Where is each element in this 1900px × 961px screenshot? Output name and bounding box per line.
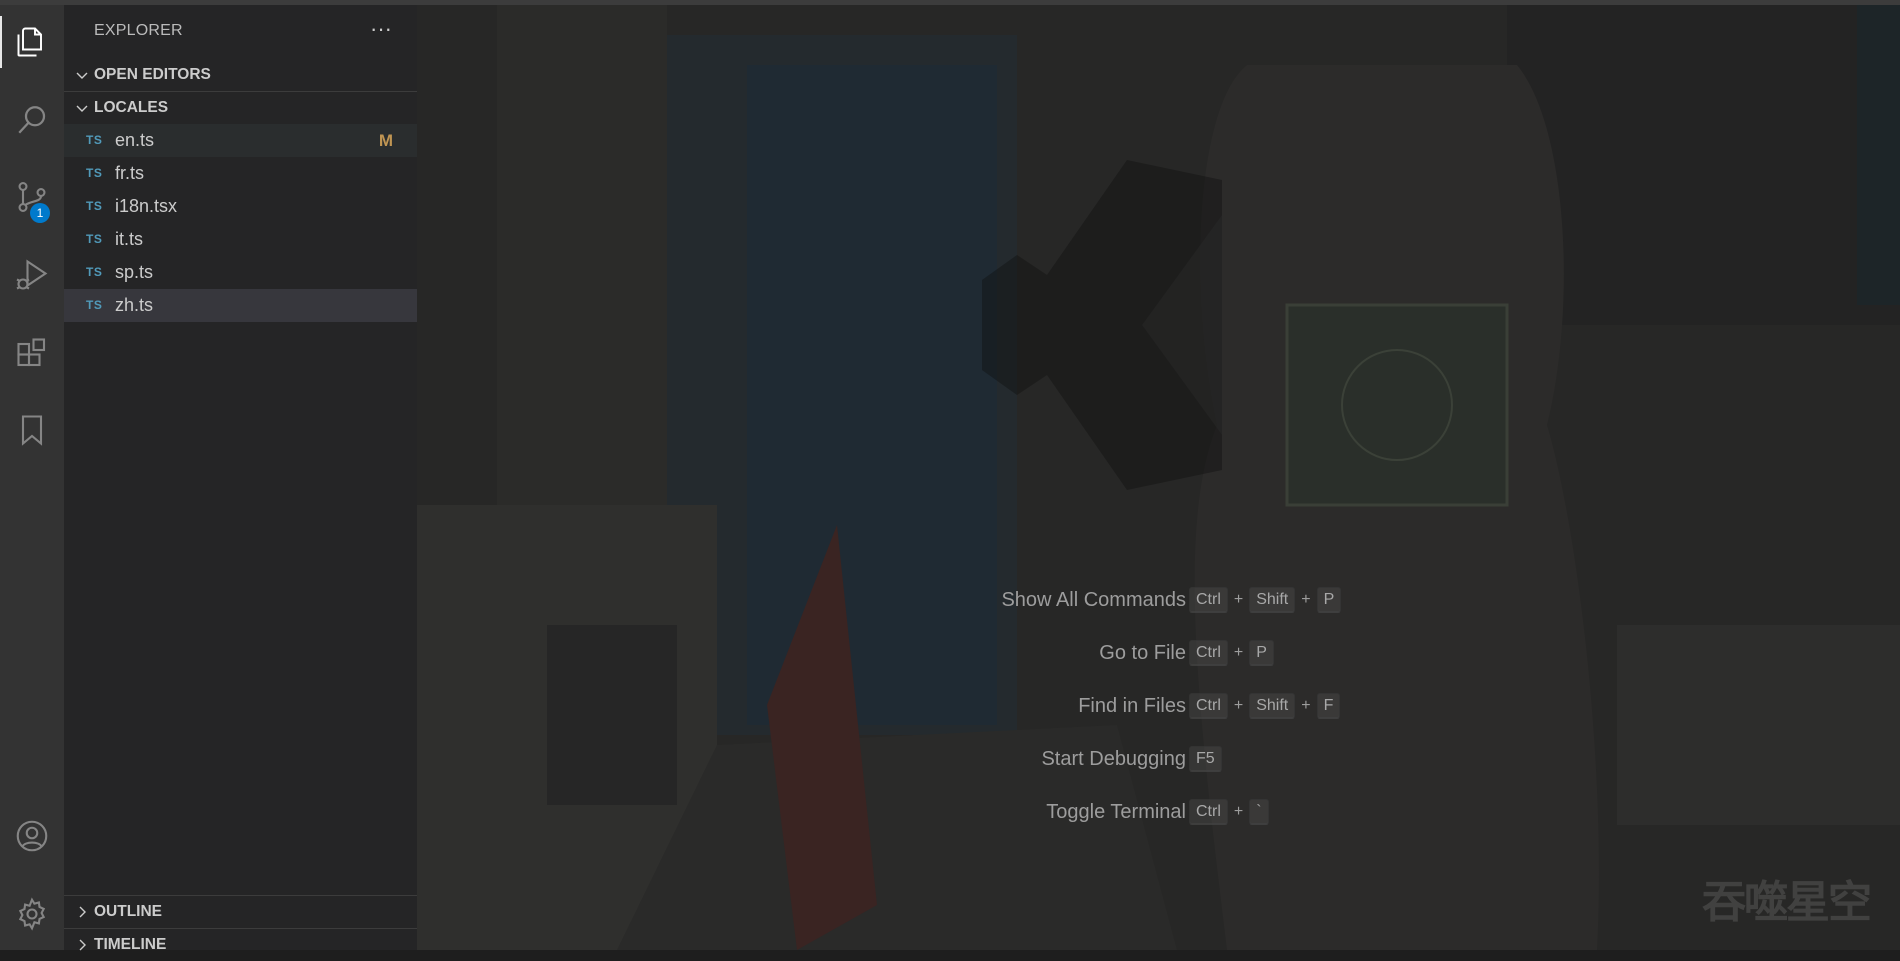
- shortcut-row: Go to File Ctrl + P: [417, 633, 1900, 673]
- file-name: i18n.tsx: [115, 196, 178, 216]
- explorer-sidebar: EXPLORER ··· OPEN EDITORS LOCALES TS en.…: [64, 5, 417, 953]
- file-item[interactable]: TS en.ts M: [64, 124, 417, 157]
- shortcut-label: Toggle Terminal: [1046, 801, 1186, 823]
- key: Ctrl: [1189, 640, 1228, 666]
- file-name: fr.ts: [115, 163, 145, 183]
- key: F5: [1189, 746, 1222, 772]
- chevron-right-icon: [70, 896, 94, 928]
- typescript-icon: TS: [86, 265, 103, 279]
- file-item[interactable]: TS sp.ts: [64, 256, 417, 289]
- section-timeline[interactable]: TIMELINE: [64, 928, 417, 961]
- file-item[interactable]: TS zh.ts: [64, 289, 417, 322]
- key: Shift: [1249, 693, 1296, 719]
- typescript-icon: TS: [86, 199, 103, 213]
- file-name: en.ts: [115, 130, 155, 150]
- key: Shift: [1249, 587, 1296, 613]
- keybinding: Ctrl + Shift + F: [1189, 693, 1341, 719]
- typescript-icon: TS: [86, 298, 103, 312]
- bookmark-icon[interactable]: [0, 398, 64, 462]
- section-outline-label: OUTLINE: [94, 903, 163, 920]
- chevron-down-icon: [70, 59, 94, 91]
- search-icon[interactable]: [0, 88, 64, 152]
- shortcut-row: Find in Files Ctrl + Shift + F: [417, 686, 1900, 726]
- source-control-icon[interactable]: 1: [0, 165, 64, 229]
- typescript-icon: TS: [86, 232, 103, 246]
- run-debug-icon[interactable]: [0, 243, 64, 307]
- vscode-logo-watermark: [977, 135, 1297, 520]
- file-item[interactable]: TS i18n.tsx: [64, 190, 417, 223]
- shortcut-row: Start Debugging F5: [417, 739, 1900, 779]
- keybinding: Ctrl + Shift + P: [1189, 587, 1342, 613]
- section-locales[interactable]: LOCALES: [64, 91, 417, 124]
- shortcut-row: Toggle Terminal Ctrl + `: [417, 792, 1900, 832]
- shortcut-row: Show All Commands Ctrl + Shift + P: [417, 580, 1900, 620]
- key: Ctrl: [1189, 799, 1228, 825]
- key: `: [1249, 799, 1269, 825]
- key: Ctrl: [1189, 587, 1228, 613]
- shortcut-label: Start Debugging: [1041, 748, 1186, 770]
- shortcut-label: Show All Commands: [1001, 589, 1186, 611]
- section-locales-label: LOCALES: [94, 99, 169, 116]
- section-timeline-label: TIMELINE: [94, 936, 167, 953]
- more-actions-button[interactable]: ···: [367, 17, 395, 45]
- activity-bar: 1: [0, 5, 64, 950]
- extensions-icon[interactable]: [0, 321, 64, 385]
- file-name: sp.ts: [115, 262, 154, 282]
- chevron-right-icon: [70, 929, 94, 961]
- keybinding: Ctrl + P: [1189, 640, 1274, 666]
- section-open-editors[interactable]: OPEN EDITORS: [64, 59, 417, 91]
- account-icon[interactable]: [0, 804, 64, 868]
- modified-badge: M: [378, 131, 393, 150]
- source-control-badge: 1: [30, 203, 50, 223]
- section-open-editors-label: OPEN EDITORS: [94, 66, 211, 83]
- section-outline[interactable]: OUTLINE: [64, 895, 417, 928]
- typescript-icon: TS: [86, 166, 103, 180]
- file-name: it.ts: [115, 229, 144, 249]
- shortcut-label: Find in Files: [1078, 695, 1186, 717]
- corner-watermark: 吞噬星空: [1702, 877, 1872, 928]
- keybinding: F5: [1189, 746, 1222, 772]
- sidebar-title: EXPLORER: [94, 22, 183, 39]
- chevron-down-icon: [70, 92, 94, 124]
- key: Ctrl: [1189, 693, 1228, 719]
- shortcut-label: Go to File: [1099, 642, 1186, 664]
- key: F: [1316, 693, 1341, 719]
- file-item[interactable]: TS fr.ts: [64, 157, 417, 190]
- typescript-icon: TS: [86, 133, 103, 147]
- key: P: [1316, 587, 1342, 613]
- editor-empty-area: Show All Commands Ctrl + Shift + P Go to…: [417, 5, 1900, 950]
- explorer-icon[interactable]: [0, 10, 64, 74]
- settings-gear-icon[interactable]: [0, 882, 64, 946]
- file-name: zh.ts: [115, 295, 154, 315]
- file-item[interactable]: TS it.ts: [64, 223, 417, 256]
- keybinding: Ctrl + `: [1189, 799, 1269, 825]
- key: P: [1249, 640, 1274, 666]
